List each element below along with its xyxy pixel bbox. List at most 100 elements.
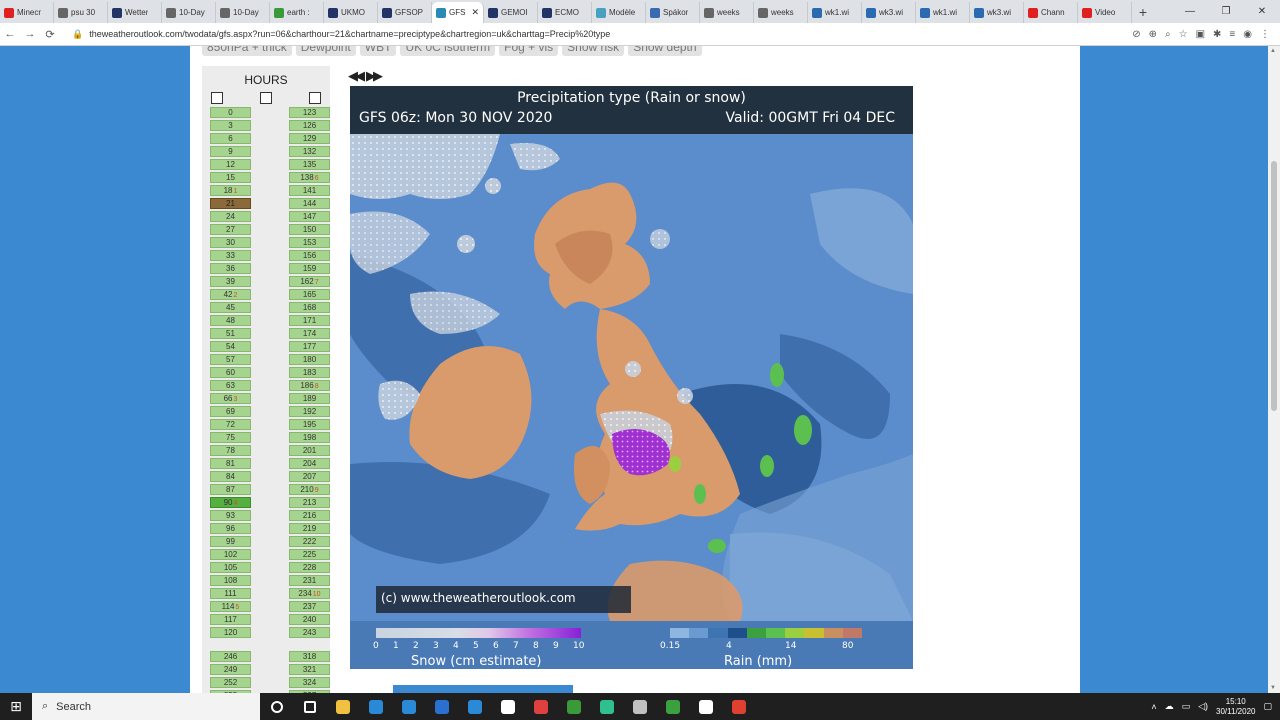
taskbar-app[interactable] <box>590 693 623 720</box>
chart-type-button[interactable]: 850hPa + thick <box>202 46 292 56</box>
taskbar-app[interactable] <box>326 693 359 720</box>
page-scrollbar[interactable]: ▲ ▼ <box>1268 46 1280 693</box>
hour-cell[interactable]: 174 <box>289 328 330 339</box>
hour-cell[interactable]: 147 <box>289 211 330 222</box>
taskbar-app[interactable] <box>260 693 293 720</box>
forward-icon[interactable]: → <box>20 28 40 40</box>
hour-cell[interactable]: 249 <box>210 664 251 675</box>
hour-cell[interactable]: 150 <box>289 224 330 235</box>
hour-cell[interactable]: 422 <box>210 289 251 300</box>
hour-cell[interactable]: 177 <box>289 341 330 352</box>
next-arrow-icon[interactable]: ▶▶ <box>366 68 383 84</box>
hour-cell[interactable]: 180 <box>289 354 330 365</box>
puzzle-icon[interactable]: ✱ <box>1213 29 1221 40</box>
taskbar-app[interactable] <box>293 693 326 720</box>
browser-tab[interactable]: earth : <box>270 2 324 23</box>
browser-tab[interactable]: GEMOI <box>484 2 538 23</box>
hour-cell[interactable]: 111 <box>210 588 251 599</box>
hour-cell[interactable]: 1868 <box>289 380 330 391</box>
menu-icon[interactable]: ⋮ <box>1260 29 1270 40</box>
hour-cell[interactable]: 72 <box>210 419 251 430</box>
hour-cell[interactable]: 198 <box>289 432 330 443</box>
volume-icon[interactable]: ◁) <box>1198 701 1208 712</box>
search-icon[interactable]: ⌕ <box>1165 29 1171 40</box>
hour-cell[interactable]: 117 <box>210 614 251 625</box>
taskbar-app[interactable] <box>359 693 392 720</box>
hour-cell[interactable]: 192 <box>289 406 330 417</box>
hour-cell[interactable]: 51 <box>210 328 251 339</box>
hour-cell[interactable]: 3 <box>210 120 251 131</box>
hour-cell[interactable]: 181 <box>210 185 251 196</box>
hour-cell[interactable]: 168 <box>289 302 330 313</box>
chart-type-button[interactable]: Dewpoint <box>295 46 356 56</box>
hour-cell[interactable]: 126 <box>289 120 330 131</box>
hour-cell[interactable]: 144 <box>289 198 330 209</box>
panel-toggle-icon[interactable] <box>309 92 321 104</box>
browser-tab[interactable]: wk3.wi <box>970 2 1024 23</box>
panel-toggle-icon[interactable] <box>260 92 272 104</box>
restore-icon[interactable]: ❐ <box>1208 0 1244 23</box>
blocked-icon[interactable]: ⊘ <box>1132 29 1140 40</box>
hour-cell[interactable]: 75 <box>210 432 251 443</box>
hour-cell[interactable]: 120 <box>210 627 251 638</box>
hour-cell[interactable]: 156 <box>289 250 330 261</box>
browser-tab[interactable]: Wetter <box>108 2 162 23</box>
chart-type-button[interactable]: UK 0C isotherm <box>400 46 496 56</box>
hour-cell[interactable]: 183 <box>289 367 330 378</box>
hour-cell[interactable]: 57 <box>210 354 251 365</box>
hour-cell[interactable]: 9 <box>210 146 251 157</box>
hour-cell[interactable]: 243 <box>289 627 330 638</box>
hour-cell[interactable]: 207 <box>289 471 330 482</box>
browser-tab[interactable]: 10-Day <box>162 2 216 23</box>
hour-cell[interactable]: 165 <box>289 289 330 300</box>
hour-cell[interactable]: 123 <box>289 107 330 118</box>
taskbar-app[interactable] <box>491 693 524 720</box>
hour-cell[interactable]: 318 <box>289 651 330 662</box>
panel-toggle-icon[interactable] <box>211 92 223 104</box>
hour-cell[interactable]: 48 <box>210 315 251 326</box>
hour-cell[interactable]: 15 <box>210 172 251 183</box>
taskbar-clock[interactable]: 15:10 30/11/2020 <box>1216 697 1255 717</box>
hour-cell[interactable]: 222 <box>289 536 330 547</box>
hour-cell[interactable]: 81 <box>210 458 251 469</box>
chart-type-button[interactable]: WBT <box>359 46 397 56</box>
hour-cell[interactable]: 27 <box>210 224 251 235</box>
notification-icon[interactable]: ▢ <box>1263 701 1272 712</box>
hour-cell[interactable]: 105 <box>210 562 251 573</box>
hour-cell[interactable]: 204 <box>289 458 330 469</box>
hour-cell[interactable]: 54 <box>210 341 251 352</box>
hour-cell[interactable]: 132 <box>289 146 330 157</box>
hour-cell[interactable]: 195 <box>289 419 330 430</box>
scrollbar-thumb[interactable] <box>1271 161 1277 411</box>
hour-cell[interactable]: 201 <box>289 445 330 456</box>
profile-icon[interactable]: ◉ <box>1243 29 1252 40</box>
hour-cell[interactable]: 108 <box>210 575 251 586</box>
hour-cell[interactable]: 663 <box>210 393 251 404</box>
taskbar-app[interactable] <box>425 693 458 720</box>
windows-start-icon[interactable]: ⊞ <box>0 698 32 715</box>
reload-icon[interactable]: ⟳ <box>40 28 60 41</box>
taskbar-search[interactable]: ⌕ Search <box>32 693 260 720</box>
hour-cell[interactable]: 96 <box>210 523 251 534</box>
hour-cell[interactable]: 21 <box>210 198 251 209</box>
hour-cell[interactable]: 87 <box>210 484 251 495</box>
chart-type-button[interactable]: Fog + vis <box>499 46 559 56</box>
browser-tab[interactable]: Modèle <box>592 2 646 23</box>
hour-cell[interactable]: 84 <box>210 471 251 482</box>
hour-cell[interactable]: 240 <box>289 614 330 625</box>
hour-cell[interactable]: 225 <box>289 549 330 560</box>
chart-type-button[interactable]: Snow risk <box>562 46 625 56</box>
hour-cell[interactable]: 189 <box>289 393 330 404</box>
hour-cell[interactable]: 153 <box>289 237 330 248</box>
hour-cell[interactable]: 213 <box>289 497 330 508</box>
hour-cell[interactable]: 39 <box>210 276 251 287</box>
hour-cell[interactable]: 33 <box>210 250 251 261</box>
taskbar-app[interactable] <box>623 693 656 720</box>
hour-cell[interactable]: 1386 <box>289 172 330 183</box>
hour-cell[interactable]: 1627 <box>289 276 330 287</box>
taskbar-app[interactable] <box>722 693 755 720</box>
minimize-icon[interactable]: — <box>1172 0 1208 23</box>
taskbar-app[interactable] <box>689 693 722 720</box>
address-bar[interactable]: 🔒 theweatheroutlook.com/twodata/gfs.aspx… <box>66 25 1066 44</box>
close-icon[interactable]: ✕ <box>1244 0 1280 23</box>
